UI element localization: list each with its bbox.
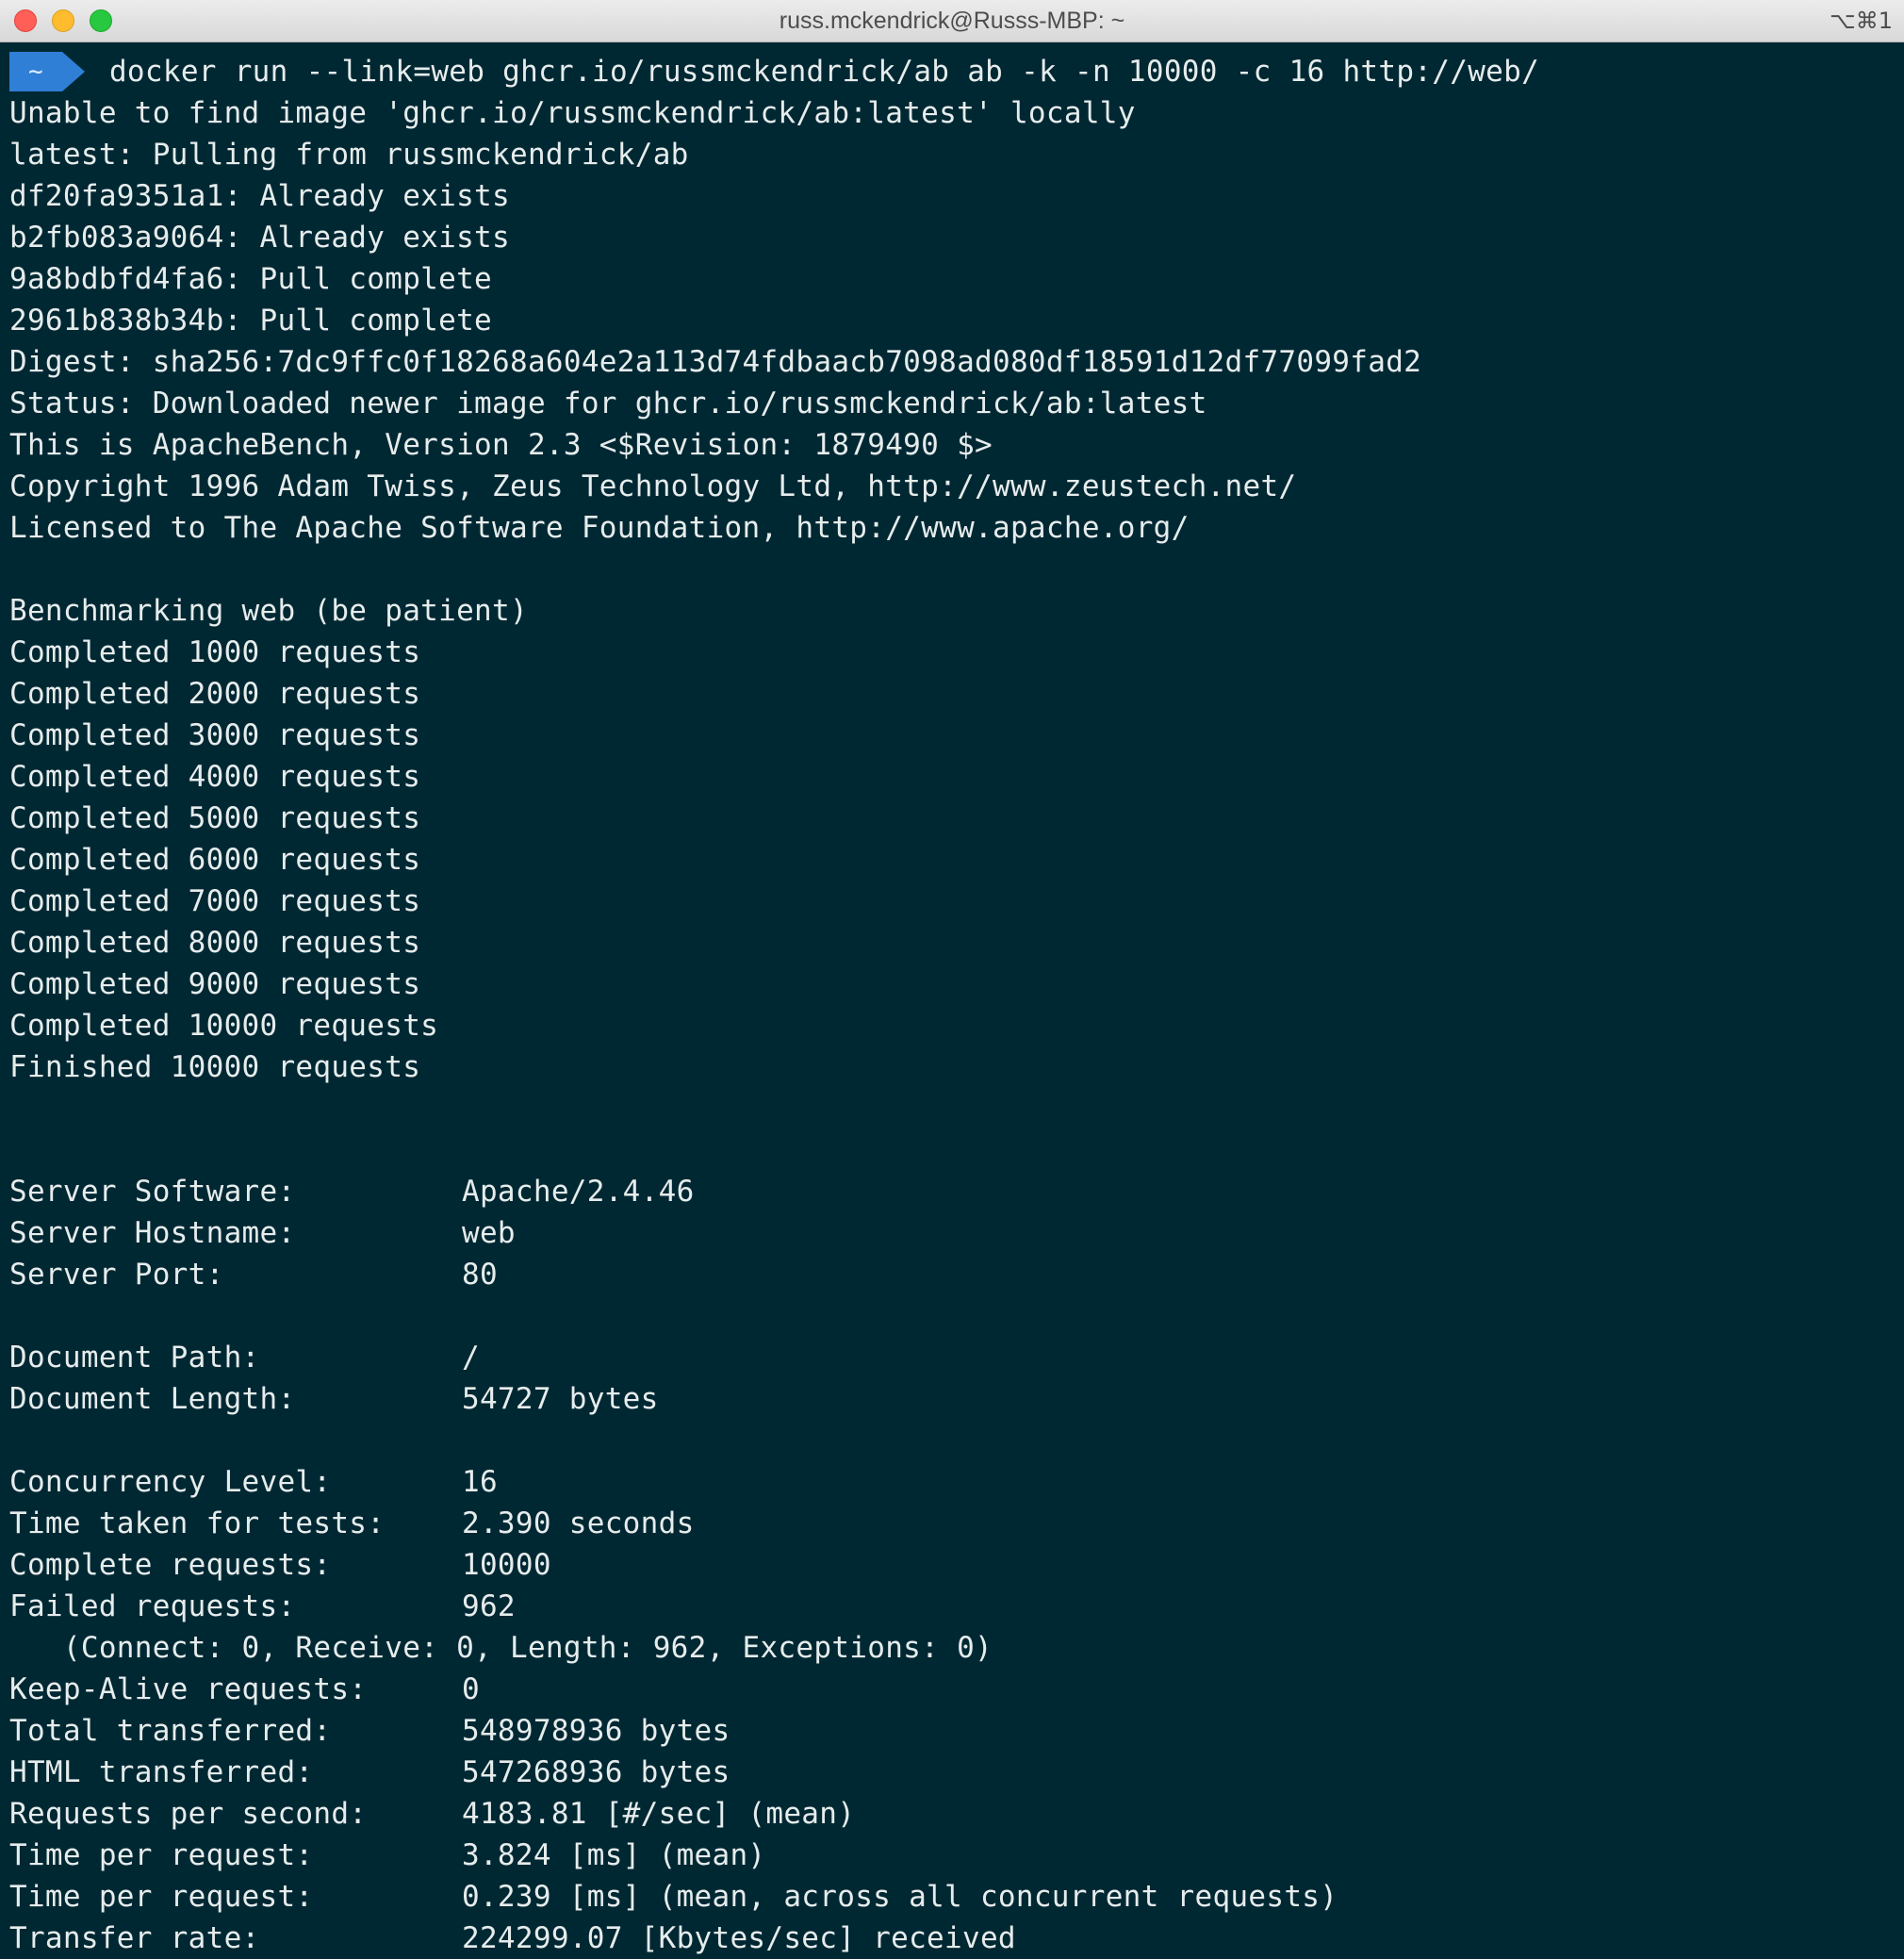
stat-value: Apache/2.4.46 xyxy=(462,1175,695,1209)
output-line: Completed 5000 requests xyxy=(9,801,421,835)
command-text: docker run --link=web ghcr.io/russmckend… xyxy=(108,55,1540,89)
output-line: Status: Downloaded newer image for ghcr.… xyxy=(9,387,1207,420)
stat-value: 10000 xyxy=(462,1548,551,1582)
stat-value: 962 xyxy=(462,1589,516,1623)
stat-label: Time taken for tests: xyxy=(9,1506,386,1540)
output-line: Completed 3000 requests xyxy=(9,718,421,752)
stat-value: 0.239 [ms] (mean, across all concurrent … xyxy=(462,1880,1338,1914)
stat-value: 16 xyxy=(462,1465,498,1499)
terminal-window: russ.mckendrick@Russs-MBP: ~ ⌥⌘1 ~ docker… xyxy=(0,0,1904,1959)
prompt-arrow-icon xyxy=(61,52,85,91)
stat-value: 80 xyxy=(462,1258,498,1292)
output-line: Completed 9000 requests xyxy=(9,967,421,1001)
output-line: 2961b838b34b: Pull complete xyxy=(9,304,493,337)
output-line: Completed 8000 requests xyxy=(9,926,421,960)
stat-row: Failed requests: 962 xyxy=(9,1586,1904,1627)
output-line: This is ApacheBench, Version 2.3 <$Revis… xyxy=(9,428,993,462)
stat-value: / xyxy=(462,1341,480,1375)
output-line: Licensed to The Apache Software Foundati… xyxy=(9,511,1190,545)
stat-row: Time per request: 0.239 [ms] (mean, acros… xyxy=(9,1876,1904,1918)
stat-label: Server Software: xyxy=(9,1175,296,1209)
stat-label: Failed requests: xyxy=(9,1589,296,1623)
output-line: Completed 7000 requests xyxy=(9,884,421,918)
stat-value: 224299.07 [Kbytes/sec] received xyxy=(462,1921,1016,1955)
stat-label: Server Hostname: xyxy=(9,1216,296,1250)
stat-value: 547268936 bytes xyxy=(462,1755,730,1789)
stat-label: Requests per second: xyxy=(9,1797,368,1831)
stat-label: Keep-Alive requests: xyxy=(9,1672,368,1706)
stat-row: Document Length: 54727 bytes xyxy=(9,1378,1904,1420)
stat-row: HTML transferred: 547268936 bytes xyxy=(9,1752,1904,1793)
stat-label: Document Path: xyxy=(9,1341,260,1375)
output-line: Finished 10000 requests xyxy=(9,1050,421,1084)
output-line: Completed 6000 requests xyxy=(9,843,421,877)
stat-row: Server Port: 80 xyxy=(9,1254,1904,1295)
prompt-line: ~ docker run --link=web ghcr.io/russmcken… xyxy=(9,51,1904,92)
stat-row: Time taken for tests: 2.390 seconds xyxy=(9,1503,1904,1544)
prompt-directory-badge: ~ xyxy=(9,52,85,91)
output-line: Unable to find image 'ghcr.io/russmckend… xyxy=(9,96,1136,130)
stat-row: Concurrency Level: 16 xyxy=(9,1461,1904,1503)
output-line: df20fa9351a1: Already exists xyxy=(9,179,510,213)
document-stats: Document Path: / Document Length: 54727 byt… xyxy=(9,1337,1904,1420)
terminal-output[interactable]: ~ docker run --link=web ghcr.io/russmcken… xyxy=(0,42,1904,1959)
stat-value: 2.390 seconds xyxy=(462,1506,695,1540)
stat-row: Time per request: 3.824 [ms] (mean) xyxy=(9,1835,1904,1876)
stat-label: Transfer rate: xyxy=(9,1921,260,1955)
stat-row: Document Path: / xyxy=(9,1337,1904,1378)
stat-row: Server Hostname: web xyxy=(9,1212,1904,1254)
server-stats: Server Software: Apache/2.4.46 Server Host… xyxy=(9,1171,1904,1295)
stat-value: 0 xyxy=(462,1672,480,1706)
output-line: Completed 10000 requests xyxy=(9,1009,439,1043)
stat-value: web xyxy=(462,1216,516,1250)
output-line: latest: Pulling from russmckendrick/ab xyxy=(9,138,689,172)
result-stats-2: Keep-Alive requests: 0 Total transferred: 5… xyxy=(9,1669,1904,1959)
stat-label: Concurrency Level: xyxy=(9,1465,332,1499)
stat-row: Keep-Alive requests: 0 xyxy=(9,1669,1904,1710)
output-line: b2fb083a9064: Already exists xyxy=(9,221,510,255)
output-line: Benchmarking web (be patient) xyxy=(9,594,528,628)
stat-value: 548978936 bytes xyxy=(462,1714,730,1748)
output-line: Completed 1000 requests xyxy=(9,635,421,669)
output-line: Completed 4000 requests xyxy=(9,760,421,794)
pull-output: Unable to find image 'ghcr.io/russmckend… xyxy=(9,92,1904,549)
stat-row: Total transferred: 548978936 bytes xyxy=(9,1710,1904,1752)
output-line: 9a8bdbfd4fa6: Pull complete xyxy=(9,262,493,296)
prompt-directory: ~ xyxy=(28,58,43,86)
output-line: Copyright 1996 Adam Twiss, Zeus Technolo… xyxy=(9,469,1297,503)
stat-row: Requests per second: 4183.81 [#/sec] (mea… xyxy=(9,1793,1904,1835)
stat-label: Complete requests: xyxy=(9,1548,332,1582)
stat-label: Document Length: xyxy=(9,1382,296,1416)
stat-value: 3.824 [ms] (mean) xyxy=(462,1838,766,1872)
stat-row: Complete requests: 10000 xyxy=(9,1544,1904,1586)
stat-label: Server Port: xyxy=(9,1258,224,1292)
failed-requests-detail: (Connect: 0, Receive: 0, Length: 962, Ex… xyxy=(9,1631,993,1665)
window-shortcut-label: ⌥⌘1 xyxy=(1830,8,1893,34)
output-line: Completed 2000 requests xyxy=(9,677,421,711)
stat-value: 54727 bytes xyxy=(462,1382,659,1416)
stat-label: Time per request: xyxy=(9,1838,314,1872)
result-stats: Concurrency Level: 16 Time taken for tests… xyxy=(9,1461,1904,1627)
stat-label: HTML transferred: xyxy=(9,1755,314,1789)
stat-value: 4183.81 [#/sec] (mean) xyxy=(462,1797,856,1831)
stat-row: Transfer rate: 224299.07 [Kbytes/sec] rec… xyxy=(9,1918,1904,1959)
output-line: Digest: sha256:7dc9ffc0f18268a604e2a113d… xyxy=(9,345,1422,379)
title-bar[interactable]: russ.mckendrick@Russs-MBP: ~ ⌥⌘1 xyxy=(0,0,1904,42)
window-title: russ.mckendrick@Russs-MBP: ~ xyxy=(779,8,1125,34)
stat-label: Total transferred: xyxy=(9,1714,332,1748)
stat-label: Time per request: xyxy=(9,1880,314,1914)
stat-row: Server Software: Apache/2.4.46 xyxy=(9,1171,1904,1212)
progress-output: Benchmarking web (be patient) Completed 1… xyxy=(9,590,1904,1088)
